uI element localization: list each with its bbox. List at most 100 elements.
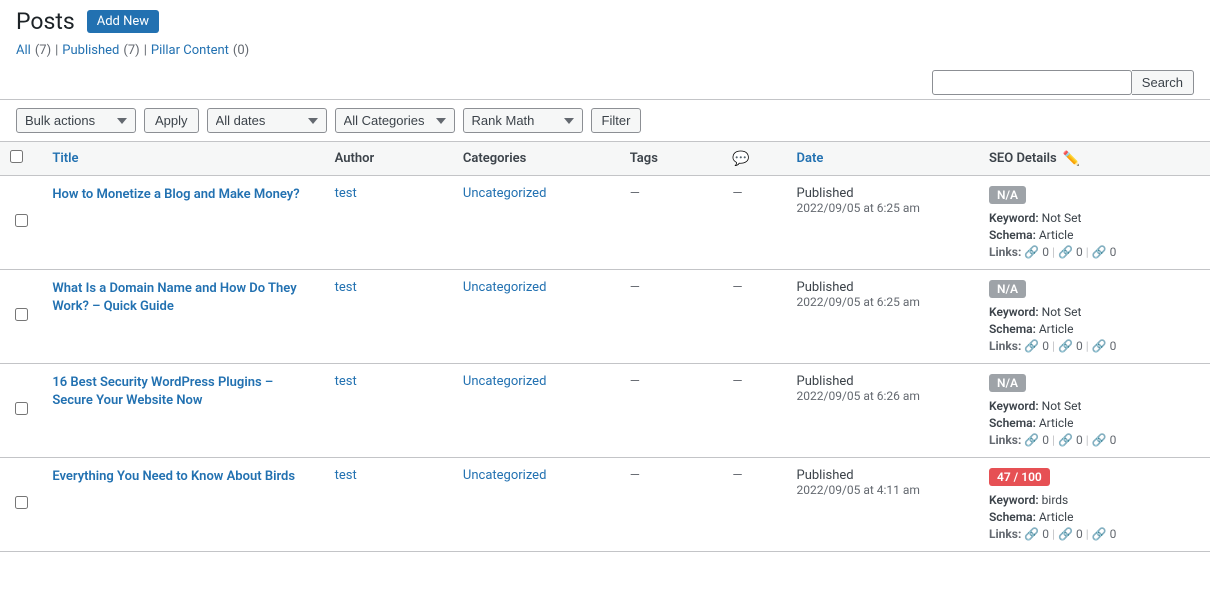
schema-label: Schema: bbox=[989, 322, 1036, 336]
schema-value: Article bbox=[1039, 228, 1074, 242]
keyword-label: Keyword: bbox=[989, 493, 1039, 507]
tags-value: — bbox=[630, 186, 640, 201]
keyword-label: Keyword: bbox=[989, 399, 1039, 413]
all-categories-dropdown[interactable]: All Categories bbox=[335, 108, 455, 133]
seo-schema-row: Schema: Article bbox=[989, 322, 1200, 336]
row-comments-cell: — bbox=[722, 458, 786, 552]
table-row: How to Monetize a Blog and Make Money? t… bbox=[0, 176, 1210, 270]
table-row: Everything You Need to Know About Birds … bbox=[0, 458, 1210, 552]
title-header[interactable]: Title bbox=[42, 142, 324, 176]
filter-button[interactable]: Filter bbox=[591, 108, 642, 133]
seo-links-row: Links: 🔗 0 | 🔗 0 | 🔗 0 bbox=[989, 433, 1200, 447]
keyword-value: Not Set bbox=[1042, 211, 1082, 225]
link-icon-affiliate: 🔗 bbox=[1092, 433, 1107, 447]
seo-keyword-row: Keyword: birds bbox=[989, 493, 1200, 507]
row-checkbox[interactable] bbox=[15, 402, 28, 415]
search-button[interactable]: Search bbox=[1132, 70, 1194, 95]
posts-table: Title Author Categories Tags 💬 Date SEO … bbox=[0, 142, 1210, 552]
comments-value: — bbox=[732, 280, 742, 295]
links-label: Links: bbox=[989, 527, 1021, 541]
all-posts-link[interactable]: All bbox=[16, 43, 31, 58]
row-date-cell: Published 2022/09/05 at 4:11 am bbox=[787, 458, 979, 552]
row-tags-cell: — bbox=[620, 458, 723, 552]
link-icon-external: 🔗 bbox=[1058, 433, 1073, 447]
link-icon-internal: 🔗 bbox=[1024, 339, 1039, 353]
row-checkbox-cell bbox=[0, 458, 42, 552]
schema-value: Article bbox=[1039, 416, 1074, 430]
seo-schema-row: Schema: Article bbox=[989, 510, 1200, 524]
link-icon-external: 🔗 bbox=[1058, 245, 1073, 259]
post-title-link[interactable]: 16 Best Security WordPress Plugins – Sec… bbox=[52, 374, 314, 410]
author-link[interactable]: test bbox=[335, 374, 357, 389]
row-tags-cell: — bbox=[620, 270, 723, 364]
seo-links-row: Links: 🔗 0 | 🔗 0 | 🔗 0 bbox=[989, 339, 1200, 353]
date-value: 2022/09/05 at 6:25 am bbox=[797, 295, 920, 309]
keyword-value: Not Set bbox=[1042, 305, 1082, 319]
author-link[interactable]: test bbox=[335, 468, 357, 483]
links-affiliate-count: 0 bbox=[1110, 339, 1117, 353]
select-all-header bbox=[0, 142, 42, 176]
category-link[interactable]: Uncategorized bbox=[463, 280, 546, 295]
select-all-checkbox[interactable] bbox=[10, 150, 23, 163]
table-row: 16 Best Security WordPress Plugins – Sec… bbox=[0, 364, 1210, 458]
category-link[interactable]: Uncategorized bbox=[463, 374, 546, 389]
keyword-label: Keyword: bbox=[989, 211, 1039, 225]
post-title-link[interactable]: How to Monetize a Blog and Make Money? bbox=[52, 186, 314, 204]
seo-header: SEO Details ✏️ bbox=[979, 142, 1210, 176]
row-categories-cell: Uncategorized bbox=[453, 270, 620, 364]
date-value: 2022/09/05 at 4:11 am bbox=[797, 483, 920, 497]
all-count: (7) bbox=[35, 43, 51, 58]
seo-keyword-row: Keyword: Not Set bbox=[989, 305, 1200, 319]
page-title: Posts bbox=[16, 8, 75, 35]
title-sort-link[interactable]: Title bbox=[52, 151, 78, 166]
author-header: Author bbox=[325, 142, 453, 176]
add-new-button[interactable]: Add New bbox=[87, 10, 159, 33]
links-external-count: 0 bbox=[1076, 527, 1083, 541]
schema-label: Schema: bbox=[989, 228, 1036, 242]
date-value: 2022/09/05 at 6:26 am bbox=[797, 389, 920, 403]
tags-value: — bbox=[630, 280, 640, 295]
seo-edit-icon[interactable]: ✏️ bbox=[1063, 151, 1080, 167]
keyword-value: Not Set bbox=[1042, 399, 1082, 413]
author-link[interactable]: test bbox=[335, 186, 357, 201]
row-comments-cell: — bbox=[722, 176, 786, 270]
apply-button[interactable]: Apply bbox=[144, 108, 199, 133]
row-checkbox-cell bbox=[0, 270, 42, 364]
links-internal-count: 0 bbox=[1042, 339, 1049, 353]
author-link[interactable]: test bbox=[335, 280, 357, 295]
row-categories-cell: Uncategorized bbox=[453, 458, 620, 552]
seo-score-badge: 47 / 100 bbox=[989, 468, 1050, 486]
category-link[interactable]: Uncategorized bbox=[463, 186, 546, 201]
pillar-content-link[interactable]: Pillar Content bbox=[151, 43, 229, 58]
post-title-link[interactable]: What Is a Domain Name and How Do They Wo… bbox=[52, 280, 314, 316]
row-checkbox[interactable] bbox=[15, 308, 28, 321]
links-affiliate-count: 0 bbox=[1110, 433, 1117, 447]
search-input[interactable] bbox=[932, 70, 1132, 95]
row-checkbox[interactable] bbox=[15, 214, 28, 227]
post-title-link[interactable]: Everything You Need to Know About Birds bbox=[52, 468, 314, 486]
links-affiliate-count: 0 bbox=[1110, 245, 1117, 259]
seo-keyword-row: Keyword: Not Set bbox=[989, 399, 1200, 413]
row-checkbox[interactable] bbox=[15, 496, 28, 509]
seo-schema-row: Schema: Article bbox=[989, 416, 1200, 430]
all-dates-dropdown[interactable]: All dates bbox=[207, 108, 327, 133]
bulk-actions-dropdown[interactable]: Bulk actions bbox=[16, 108, 136, 133]
category-link[interactable]: Uncategorized bbox=[463, 468, 546, 483]
row-title-cell: Everything You Need to Know About Birds bbox=[42, 458, 324, 552]
seo-links-row: Links: 🔗 0 | 🔗 0 | 🔗 0 bbox=[989, 245, 1200, 259]
row-author-cell: test bbox=[325, 270, 453, 364]
tags-value: — bbox=[630, 374, 640, 389]
row-title-cell: 16 Best Security WordPress Plugins – Sec… bbox=[42, 364, 324, 458]
date-sort-link[interactable]: Date bbox=[797, 151, 824, 166]
date-status: Published bbox=[797, 280, 854, 295]
toolbar: Bulk actions Apply All dates All Categor… bbox=[0, 100, 1210, 142]
row-categories-cell: Uncategorized bbox=[453, 364, 620, 458]
rank-math-dropdown[interactable]: Rank Math bbox=[463, 108, 583, 133]
date-header[interactable]: Date bbox=[787, 142, 979, 176]
schema-label: Schema: bbox=[989, 416, 1036, 430]
date-status: Published bbox=[797, 468, 854, 483]
tags-header: Tags bbox=[620, 142, 723, 176]
row-author-cell: test bbox=[325, 364, 453, 458]
row-checkbox-cell bbox=[0, 364, 42, 458]
published-link[interactable]: Published bbox=[62, 43, 119, 58]
